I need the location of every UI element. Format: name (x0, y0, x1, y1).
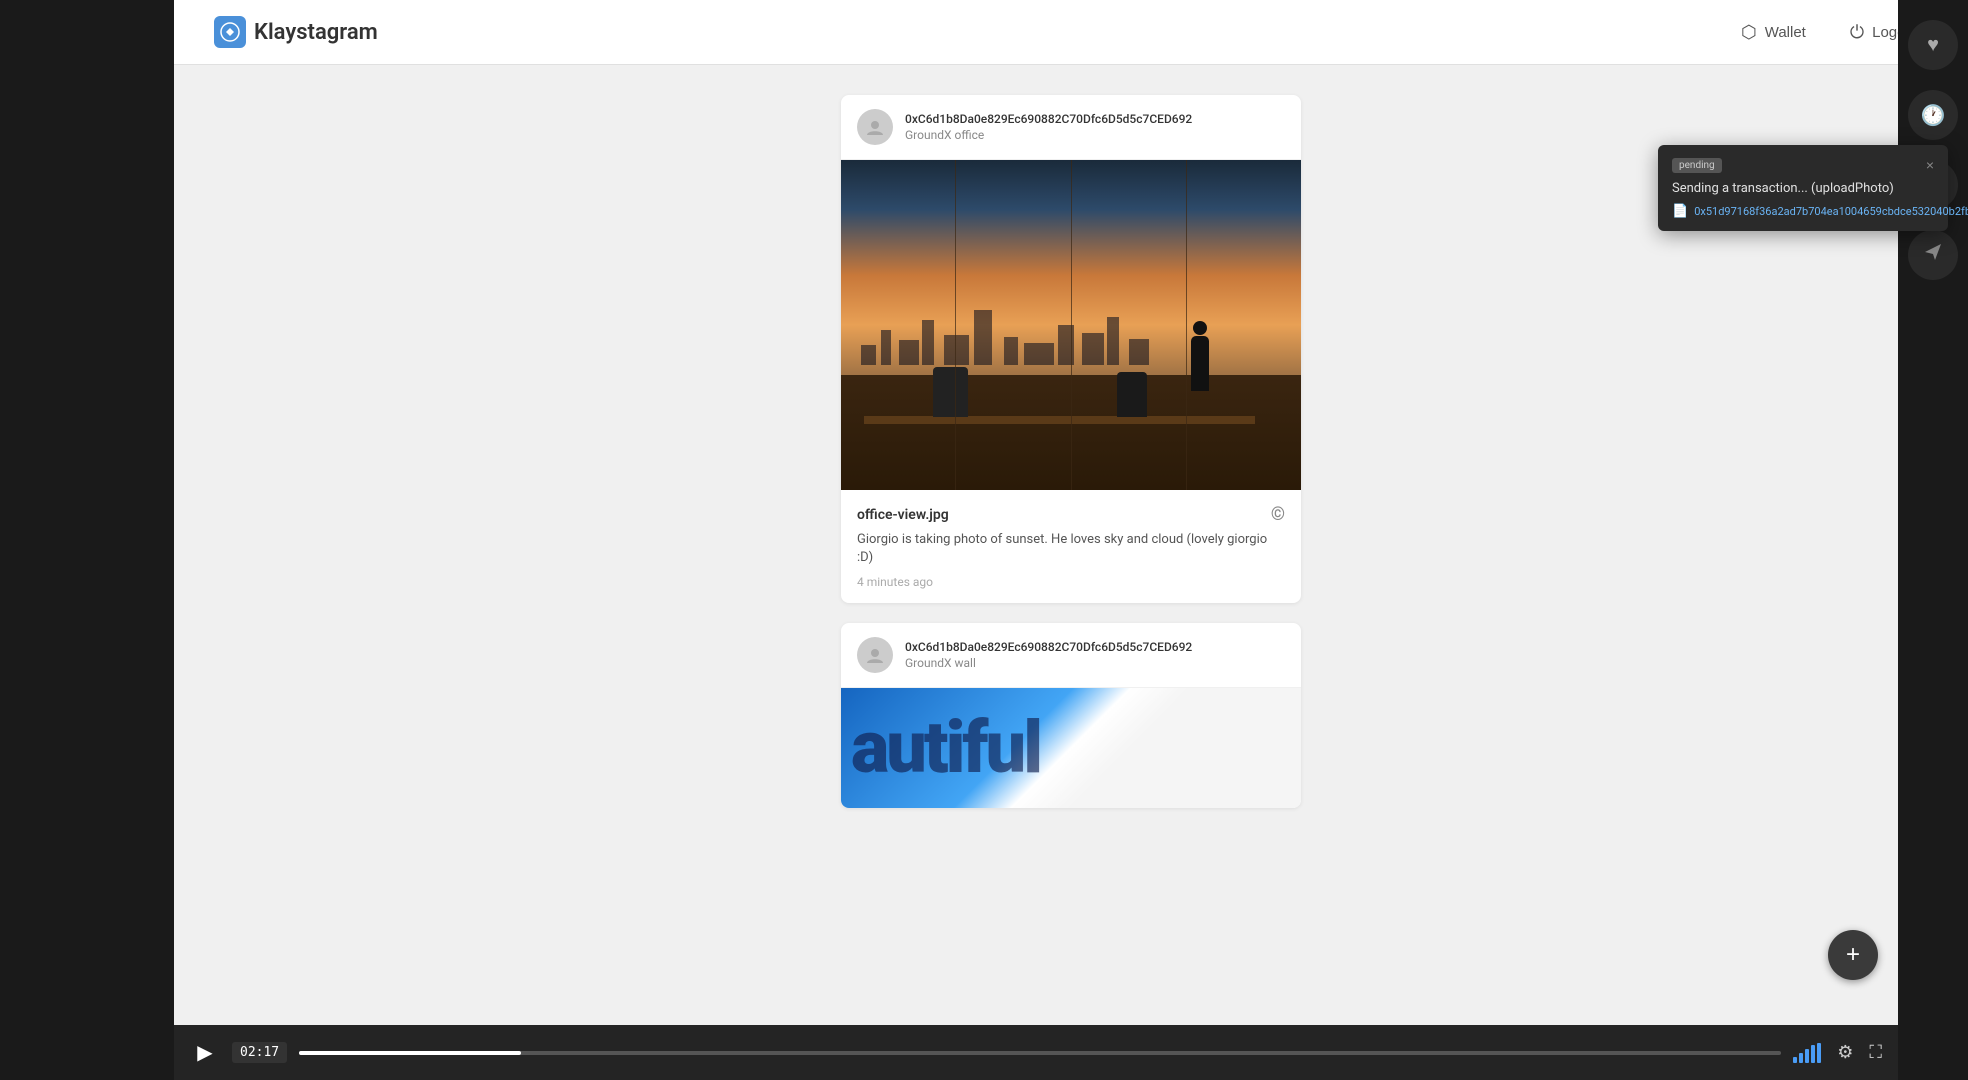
logo-icon (214, 16, 246, 48)
settings-button[interactable]: ⚙ (1837, 1042, 1853, 1063)
send-icon (1923, 242, 1943, 268)
card-address-1: 0xC6d1b8Da0e829Ec690882C70Dfc6D5d5c7CED6… (905, 112, 1285, 126)
card-caption-1: Giorgio is taking photo of sunset. He lo… (857, 531, 1285, 567)
heart-icon: ♥ (1927, 34, 1939, 57)
card-location-2: GroundX wall (905, 656, 1285, 670)
play-button[interactable]: ▶ (190, 1040, 220, 1065)
person-silhouette (1191, 336, 1209, 391)
fab-button[interactable]: + (1828, 930, 1878, 980)
card-user-info-2: 0xC6d1b8Da0e829Ec690882C70Dfc6D5d5c7CED6… (905, 640, 1285, 670)
card-filename-1: office-view.jpg © (857, 504, 1285, 525)
card-image-2-partial: autiful (841, 688, 1301, 808)
notif-badge: pending (1672, 158, 1722, 173)
office-desk (864, 416, 1255, 424)
card-header-2: 0xC6d1b8Da0e829Ec690882C70Dfc6D5d5c7CED6… (841, 623, 1301, 688)
wallet-button[interactable]: ⬡ Wallet (1731, 16, 1816, 49)
wallet-label: Wallet (1765, 24, 1806, 41)
document-icon: 📄 (1672, 204, 1688, 219)
left-border (0, 0, 174, 1080)
notif-close-button[interactable]: × (1926, 157, 1934, 173)
progress-bar-fill (299, 1051, 521, 1055)
history-button[interactable]: 🕐 (1908, 90, 1958, 140)
bar-3 (1805, 1049, 1809, 1063)
feed-card-2: 0xC6d1b8Da0e829Ec690882C70Dfc6D5d5c7CED6… (841, 623, 1301, 808)
office-chair-2 (1117, 372, 1147, 417)
video-time: 02:17 (232, 1042, 287, 1063)
partial-image-text: autiful (841, 688, 1301, 808)
wallet-icon: ⬡ (1741, 22, 1757, 43)
office-chair-1 (933, 367, 968, 417)
card-time-1: 4 minutes ago (857, 575, 1285, 589)
bar-1 (1793, 1057, 1797, 1063)
heart-button[interactable]: ♥ (1908, 20, 1958, 70)
header: Klaystagram ⬡ Wallet ⏻ Logout (174, 0, 1968, 65)
city-skyline (841, 285, 1301, 365)
progress-bar[interactable] (299, 1051, 1781, 1055)
app-container: Klaystagram ⬡ Wallet ⏻ Logout (174, 0, 1968, 1080)
main-content: 0xC6d1b8Da0e829Ec690882C70Dfc6D5d5c7CED6… (174, 65, 1968, 1080)
bar-5 (1817, 1043, 1821, 1063)
video-bar: ▶ 02:17 ⚙ ⛶ (174, 1025, 1898, 1080)
video-controls-right: ⚙ ⛶ (1793, 1042, 1882, 1063)
notif-message: Sending a transaction... (uploadPhoto) (1672, 181, 1934, 196)
bar-4 (1811, 1045, 1815, 1063)
card-footer-1: office-view.jpg © Giorgio is taking phot… (841, 490, 1301, 603)
signal-bars (1793, 1043, 1821, 1063)
notification-popup: pending × Sending a transaction... (uplo… (1658, 145, 1948, 231)
fullscreen-button[interactable]: ⛶ (1869, 1042, 1882, 1063)
avatar-1 (857, 109, 893, 145)
avatar-2 (857, 637, 893, 673)
notif-tx: 📄 0x51d97168f36a2ad7b704ea1004659cbdce53… (1672, 204, 1934, 219)
notif-header: pending × (1672, 157, 1934, 173)
notif-tx-hash[interactable]: 0x51d97168f36a2ad7b704ea1004659cbdce5320… (1694, 205, 1968, 218)
copyright-icon[interactable]: © (1271, 504, 1285, 525)
logo: Klaystagram (214, 16, 378, 48)
feed-card-1: 0xC6d1b8Da0e829Ec690882C70Dfc6D5d5c7CED6… (841, 95, 1301, 603)
card-location-1: GroundX office (905, 128, 1285, 142)
send-button[interactable] (1908, 230, 1958, 280)
card-header-1: 0xC6d1b8Da0e829Ec690882C70Dfc6D5d5c7CED6… (841, 95, 1301, 160)
office-floor (841, 375, 1301, 491)
bar-2 (1799, 1053, 1803, 1063)
card-image-1 (841, 160, 1301, 490)
clock-icon: 🕐 (1921, 103, 1946, 128)
app-name: Klaystagram (254, 20, 378, 45)
power-icon: ⏻ (1850, 22, 1864, 43)
card-user-info-1: 0xC6d1b8Da0e829Ec690882C70Dfc6D5d5c7CED6… (905, 112, 1285, 142)
card-address-2: 0xC6d1b8Da0e829Ec690882C70Dfc6D5d5c7CED6… (905, 640, 1285, 654)
